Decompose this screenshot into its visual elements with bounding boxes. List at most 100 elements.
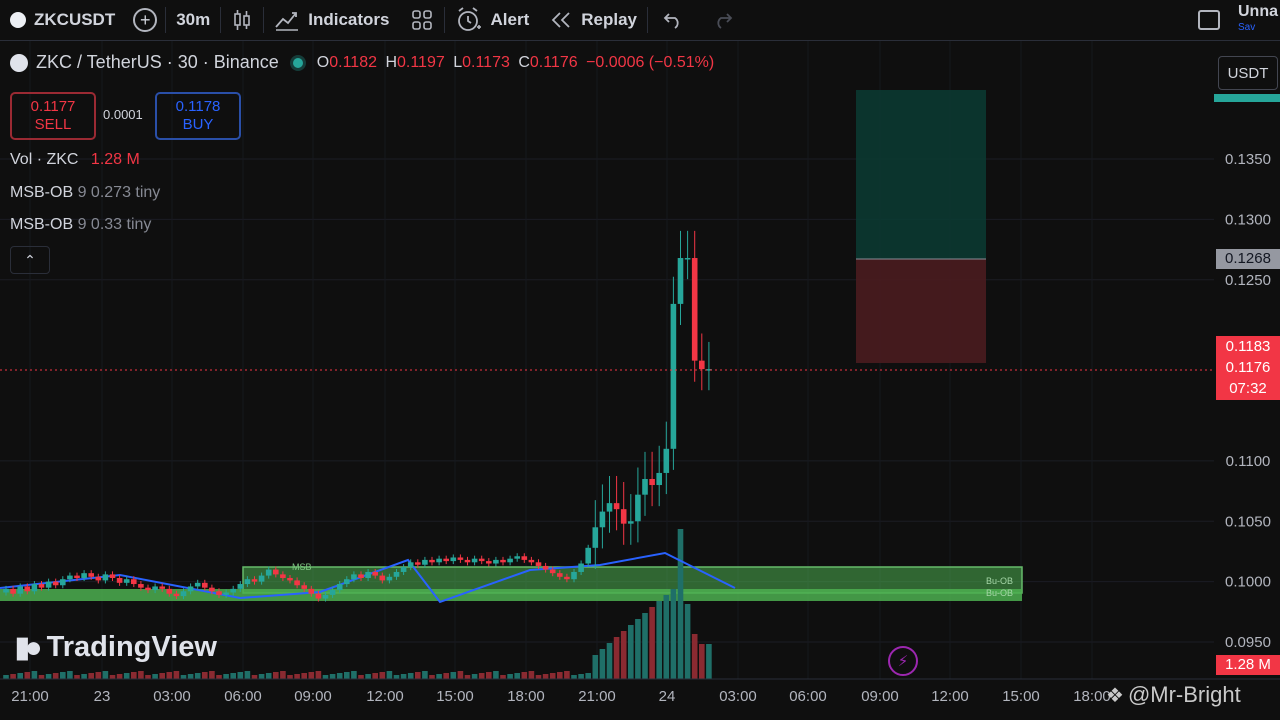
- binance-diamond-icon: ❖: [1106, 685, 1124, 707]
- chart-type-button[interactable]: [221, 0, 263, 40]
- volume-bar: [386, 671, 393, 679]
- candle-body: [10, 588, 16, 594]
- candle-body: [642, 478, 648, 495]
- candle-body: [24, 586, 31, 592]
- long-position-stop-zone[interactable]: [856, 259, 986, 363]
- candle-body: [500, 559, 506, 563]
- volume-bar: [145, 675, 151, 679]
- undo-icon: [663, 13, 679, 29]
- sell-button[interactable]: 0.1177 SELL: [10, 92, 96, 140]
- candle-body: [358, 574, 364, 579]
- indicators-label: Indicators: [308, 10, 390, 29]
- candle-body: [691, 258, 698, 361]
- candle-body: [74, 575, 80, 579]
- volume-bar: [116, 674, 123, 679]
- time-tick-label: 15:00: [436, 688, 474, 705]
- replay-button[interactable]: Replay: [539, 0, 647, 40]
- bu-ob-zone-label: Bu-OB: [986, 576, 1013, 586]
- candle-body: [67, 575, 73, 580]
- buy-button[interactable]: 0.1178 BUY: [155, 92, 241, 140]
- volume-bar: [415, 672, 421, 679]
- volume-bar: [351, 671, 357, 679]
- redo-button[interactable]: [698, 0, 748, 40]
- volume-bar: [358, 675, 364, 679]
- layout-button[interactable]: [1180, 0, 1238, 40]
- candle-body: [194, 582, 201, 587]
- volume-bar: [699, 644, 705, 679]
- rewind-icon: [551, 12, 570, 28]
- layout-name-button[interactable]: Unna Sav: [1238, 4, 1280, 36]
- tradingview-logo[interactable]: ▮● TradingView: [14, 630, 217, 665]
- long-position-target-zone[interactable]: [856, 90, 986, 259]
- volume-indicator-legend[interactable]: Vol · ZKC 1.28 M: [10, 151, 140, 169]
- current-price-label-box: 0.1183 0.1176 07:32: [1216, 336, 1280, 400]
- volume-bar: [74, 675, 80, 679]
- candle-body: [123, 579, 130, 583]
- volume-bar: [31, 671, 38, 679]
- time-tick-label: 03:00: [719, 688, 757, 705]
- buy-label: BUY: [182, 116, 214, 133]
- volume-bar: [471, 674, 478, 679]
- msb-ob-indicator-legend-1[interactable]: MSB-OB 9 0.273 tiny: [10, 184, 160, 202]
- candle-body: [187, 586, 194, 592]
- spread-value: 0.0001: [103, 107, 143, 122]
- candle-body: [606, 503, 613, 512]
- msb-ob-indicator-name: MSB-OB: [10, 216, 74, 233]
- candle-body: [17, 586, 23, 594]
- currency-label: USDT: [1227, 64, 1269, 82]
- undo-button[interactable]: [648, 0, 698, 40]
- candle-body: [322, 594, 329, 599]
- indicators-button[interactable]: Indicators: [264, 0, 399, 40]
- volume-bar: [138, 671, 144, 679]
- chart-line-icon: [275, 12, 299, 31]
- volume-bar: [251, 675, 258, 679]
- candle-body: [273, 569, 279, 575]
- candle-body: [3, 588, 9, 593]
- price-chart[interactable]: MSB Bu-OB Bu-OB 0.1350 0.1300 0.1250 0.1100…: [0, 41, 1280, 720]
- volume-bar: [585, 673, 591, 679]
- candle-body: [393, 571, 400, 577]
- candle-body: [258, 575, 265, 582]
- volume-bar: [301, 673, 307, 679]
- candle-body: [344, 579, 350, 585]
- binance-coin-icon: [10, 12, 26, 28]
- volume-bar: [599, 649, 606, 679]
- alert-button[interactable]: Alert: [445, 0, 540, 40]
- collapse-legend-button[interactable]: ⌃: [10, 246, 50, 274]
- volume-bar: [45, 674, 52, 679]
- candle-body: [265, 569, 272, 576]
- volume-bar: [365, 674, 371, 679]
- candle-body: [535, 562, 542, 566]
- volume-bar: [258, 674, 265, 679]
- candle-body: [81, 573, 87, 579]
- templates-button[interactable]: [400, 0, 444, 40]
- interval-label: 30m: [176, 10, 211, 29]
- candle-body: [138, 584, 144, 588]
- chart-pane[interactable]: MSB Bu-OB Bu-OB 0.1350 0.1300 0.1250 0.1100…: [0, 41, 1280, 720]
- time-tick-label: 15:00: [1002, 688, 1040, 705]
- candle-body: [443, 558, 449, 562]
- symbol-title[interactable]: ZKC / TetherUS · 30 · Binance: [36, 52, 279, 73]
- lightning-icon[interactable]: ⚡: [888, 646, 918, 676]
- candle-body: [656, 472, 662, 486]
- volume-indicator-value: 1.28 M: [90, 151, 140, 168]
- candle-body: [202, 582, 208, 588]
- time-axis[interactable]: 21:00 23 03:00 06:00 09:00 12:00 15:00 18:00 21:…: [0, 678, 1280, 720]
- interval-button[interactable]: 30m: [166, 0, 220, 40]
- price-tick-label: 0.0950: [1225, 634, 1271, 651]
- candle-body: [301, 585, 307, 589]
- candle-body: [166, 588, 173, 594]
- compare-button[interactable]: +: [125, 0, 165, 40]
- volume-bar: [564, 671, 570, 679]
- msb-ob-indicator-legend-2[interactable]: MSB-OB 9 0.33 tiny: [10, 216, 151, 234]
- redo-icon: [717, 13, 733, 29]
- symbol-search-button[interactable]: ZKCUSDT: [0, 0, 125, 40]
- candles-icon: [234, 10, 251, 30]
- volume-bar: [535, 675, 542, 679]
- candle-body: [116, 578, 123, 583]
- candle-body: [628, 521, 634, 524]
- volume-bar: [244, 671, 251, 679]
- candle-body: [315, 593, 322, 599]
- candle-body: [230, 588, 236, 593]
- currency-selector[interactable]: USDT: [1218, 56, 1278, 90]
